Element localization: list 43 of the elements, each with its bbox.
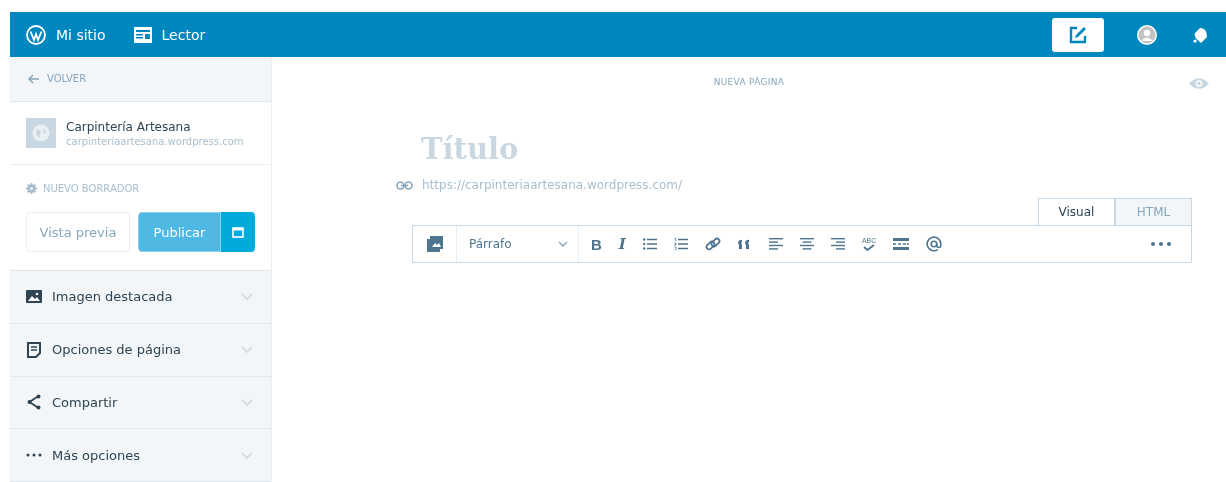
editor-tab[interactable]: Visual — [1038, 198, 1115, 225]
calendar-icon — [232, 226, 244, 239]
read-more-icon[interactable] — [893, 238, 910, 250]
page-icon — [26, 341, 42, 358]
accordion-header[interactable]: Más opciones — [10, 429, 271, 482]
bold-button[interactable]: B — [591, 235, 602, 253]
bulleted-list-icon[interactable] — [642, 238, 657, 250]
chevron-icon — [241, 398, 253, 406]
back-arrow-icon — [28, 73, 40, 84]
numbered-list-icon[interactable] — [673, 238, 688, 250]
align-left-icon[interactable] — [768, 238, 783, 250]
chevron-icon — [241, 346, 253, 354]
link-icon — [396, 180, 413, 190]
wordpress-logo-icon — [26, 24, 46, 45]
mention-icon[interactable] — [926, 236, 943, 252]
image-icon — [26, 290, 42, 304]
avatar-icon[interactable] — [1136, 23, 1158, 46]
chevron-icon — [241, 293, 253, 301]
share-icon — [26, 394, 42, 411]
reader-icon — [133, 26, 152, 43]
italic-button[interactable]: I — [618, 235, 626, 253]
site-icon — [26, 118, 56, 149]
schedule-button[interactable] — [221, 212, 255, 253]
align-right-icon[interactable] — [830, 238, 845, 250]
reader-link[interactable]: Lector — [133, 26, 206, 43]
more-icon[interactable] — [1151, 242, 1171, 246]
accordion-header[interactable]: Imagen destacada — [10, 271, 271, 324]
write-button[interactable] — [1052, 17, 1104, 52]
gear-icon — [26, 183, 37, 195]
status-label: NUEVO BORRADOR — [43, 183, 140, 195]
link-icon[interactable] — [704, 236, 721, 252]
accordion-header[interactable]: Compartir — [10, 376, 271, 430]
page-heading: NUEVA PÁGINA — [713, 77, 785, 87]
my-site-link[interactable]: Mi sitio — [26, 24, 106, 45]
add-media-icon[interactable] — [426, 236, 443, 252]
chevron-icon — [558, 241, 568, 247]
accordion-header[interactable]: Opciones de página — [10, 323, 271, 377]
compose-icon — [1069, 25, 1087, 44]
chevron-icon — [241, 451, 253, 459]
align-center-icon[interactable] — [799, 238, 814, 250]
site-name: Carpintería Artesana — [66, 119, 192, 134]
site-url: carpinteriaartesana.wordpress.com — [66, 135, 244, 147]
ellipsis-icon — [26, 453, 42, 458]
